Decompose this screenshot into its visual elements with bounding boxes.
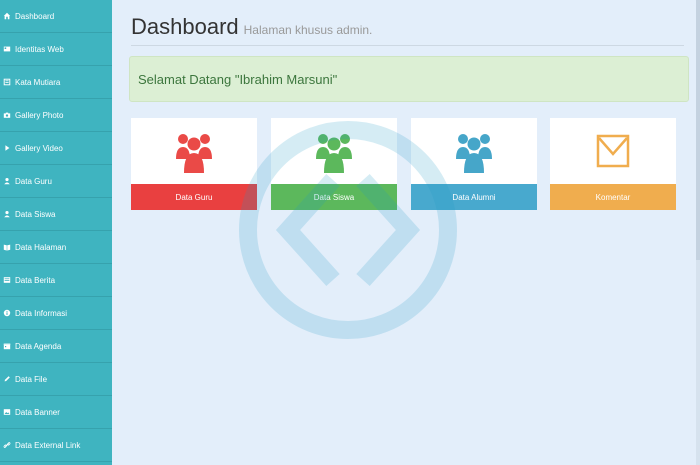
card-label: Komentar: [550, 184, 676, 210]
card-label: Data Alumni: [411, 184, 537, 210]
card-icon-area: [550, 118, 676, 184]
scrollbar[interactable]: [696, 0, 700, 465]
sidebar-item-gallery-photo[interactable]: Gallery Photo: [0, 99, 112, 132]
user-icon: [3, 210, 11, 218]
sidebar-item-label: Data Guru: [15, 176, 52, 186]
card-label: Data Guru: [131, 184, 257, 210]
sidebar-item-kata-mutiara[interactable]: Kata Mutiara: [0, 66, 112, 99]
book-icon: [3, 243, 11, 251]
card-komentar[interactable]: Komentar: [550, 118, 676, 210]
play-icon: [3, 144, 11, 152]
card-icon-area: [411, 118, 537, 184]
welcome-alert: Selamat Datang "Ibrahim Marsuni": [129, 56, 689, 102]
sidebar-item-data-file[interactable]: Data File: [0, 363, 112, 396]
sidebar-item-label: Data File: [15, 374, 48, 384]
sidebar-item-data-berita[interactable]: Data Berita: [0, 264, 112, 297]
card-data-alumni[interactable]: Data Alumni: [411, 118, 537, 210]
card-icon-area: [131, 118, 257, 184]
page-title: Dashboard: [131, 14, 239, 39]
calendar-icon: [3, 342, 11, 350]
sidebar-item-dashboard[interactable]: Dashboard: [0, 0, 112, 33]
sidebar: Dashboard Identitas Web Kata Mutiara Gal…: [0, 0, 112, 465]
sidebar-item-data-guru[interactable]: Data Guru: [0, 165, 112, 198]
sidebar-item-data-siswa[interactable]: Data Siswa: [0, 198, 112, 231]
main-content: Dashboard Halaman khusus admin. Selamat …: [112, 0, 700, 465]
info-icon: [3, 309, 11, 317]
card-icon-area: [271, 118, 397, 184]
users-icon: [176, 134, 212, 173]
sidebar-item-data-banner[interactable]: Data Banner: [0, 396, 112, 429]
sidebar-item-label: Gallery Photo: [15, 110, 64, 120]
sidebar-item-label: Data Siswa: [15, 209, 56, 219]
sidebar-item-label: Identitas Web: [15, 44, 64, 54]
welcome-text: Selamat Datang "Ibrahim Marsuni": [138, 71, 338, 87]
card-data-guru[interactable]: Data Guru: [131, 118, 257, 210]
sidebar-item-label: Data Informasi: [15, 308, 68, 318]
envelope-icon: [596, 134, 630, 168]
card-icon: [3, 45, 11, 53]
sidebar-item-gallery-video[interactable]: Gallery Video: [0, 132, 112, 165]
users-icon: [456, 134, 492, 173]
sidebar-item-label: Data Halaman: [15, 242, 67, 252]
sidebar-item-label: Kata Mutiara: [15, 77, 61, 87]
sidebar-item-data-agenda[interactable]: Data Agenda: [0, 330, 112, 363]
link-icon: [3, 441, 11, 449]
camera-icon: [3, 111, 11, 119]
sidebar-item-data-halaman[interactable]: Data Halaman: [0, 231, 112, 264]
sidebar-item-label: Data External Link: [15, 440, 81, 450]
page-subtitle: Halaman khusus admin.: [243, 23, 373, 37]
newspaper-icon: [3, 276, 11, 284]
sidebar-item-label: Gallery Video: [15, 143, 63, 153]
card-label: Data Siswa: [271, 184, 397, 210]
sidebar-item-data-informasi[interactable]: Data Informasi: [0, 297, 112, 330]
page-header: Dashboard Halaman khusus admin.: [131, 14, 684, 46]
quote-icon: [3, 78, 11, 86]
users-icon: [316, 134, 352, 173]
scrollbar-thumb[interactable]: [696, 0, 700, 260]
sidebar-item-label: Data Agenda: [15, 341, 62, 351]
image-icon: [3, 408, 11, 416]
sidebar-item-label: Data Berita: [15, 275, 56, 285]
sidebar-item-identitas-web[interactable]: Identitas Web: [0, 33, 112, 66]
sidebar-item-data-external-link[interactable]: Data External Link: [0, 429, 112, 462]
card-data-siswa[interactable]: Data Siswa: [271, 118, 397, 210]
sidebar-item-label: Data Banner: [15, 407, 60, 417]
dashboard-icon: [3, 12, 11, 20]
sidebar-item-label: Dashboard: [15, 11, 55, 21]
user-icon: [3, 177, 11, 185]
pencil-icon: [3, 375, 11, 383]
